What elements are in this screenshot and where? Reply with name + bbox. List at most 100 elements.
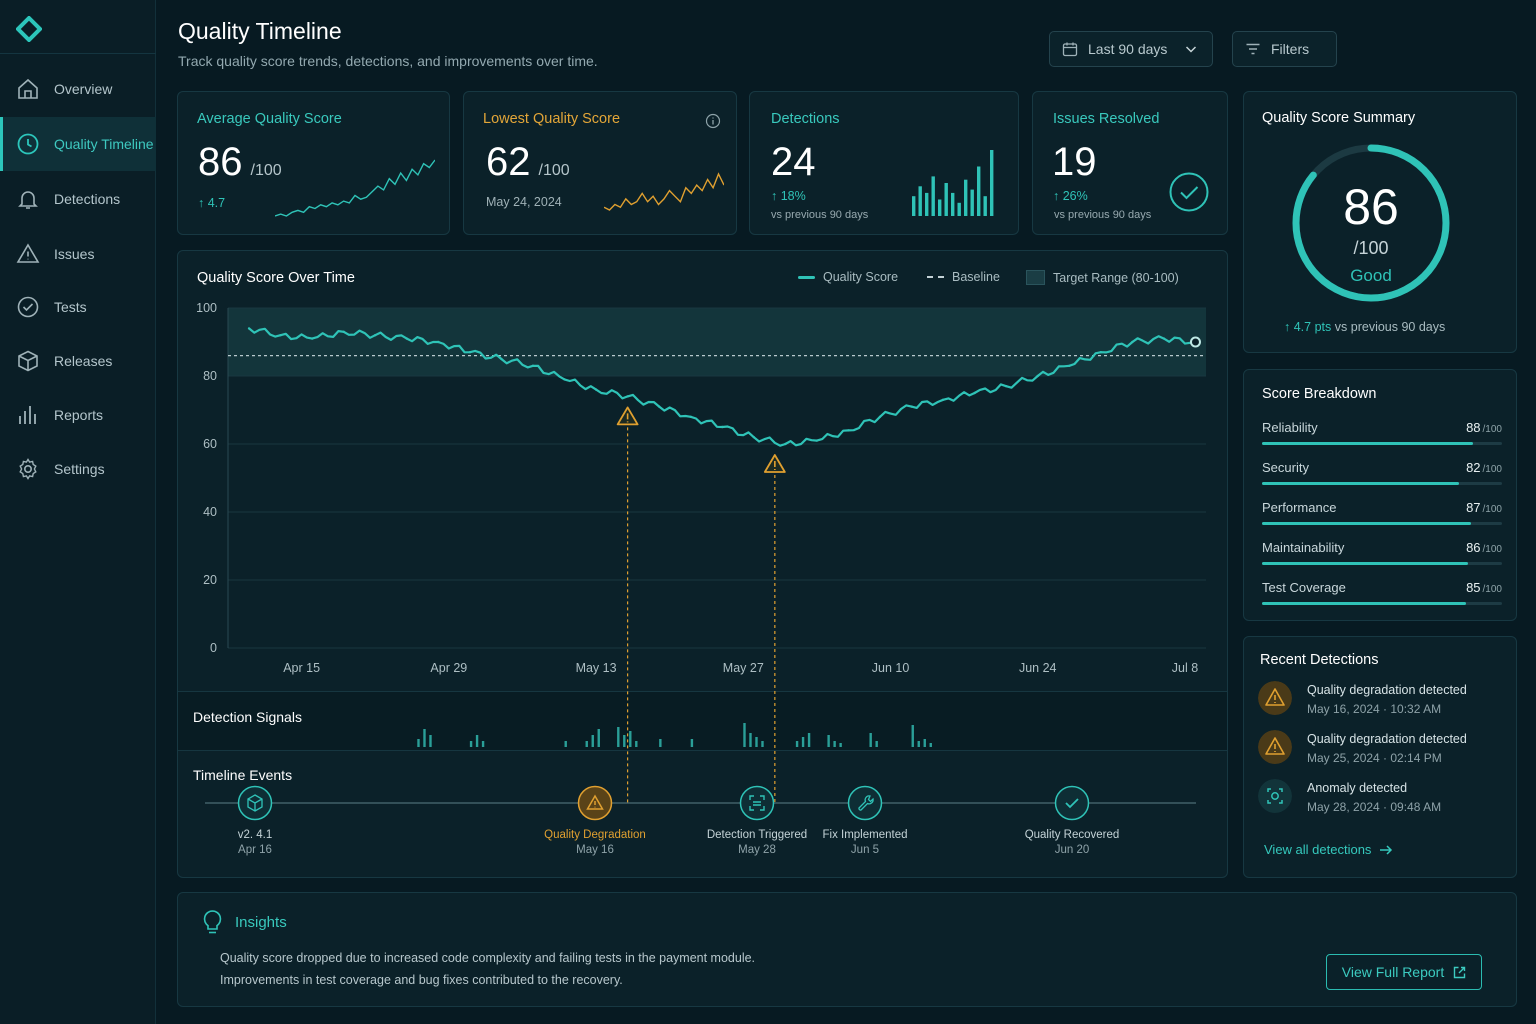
filters-button[interactable]: Filters [1232,31,1337,67]
legend-swatch-dashed [927,276,944,278]
timeline-event[interactable]: Quality Recovered Jun 20 [1012,829,1132,856]
breakdown-track [1262,482,1502,485]
detection-item[interactable]: Anomaly detected May 28, 2024 · 09:48 AM [1258,779,1508,821]
page-subtitle: Track quality score trends, detections, … [178,53,598,69]
lightbulb-icon [203,910,222,934]
event-date: Jun 20 [1054,844,1090,856]
package-icon[interactable] [237,785,273,821]
breakdown-name: Performance [1262,500,1337,515]
sidebar-item-settings[interactable]: Settings [0,442,156,496]
gauge-unit: /100 [1353,238,1389,258]
mini-bar [931,176,935,216]
sidebar-item-issues[interactable]: Issues [0,227,156,281]
sidebar-item-tests[interactable]: Tests [0,280,156,334]
y-tick-label: 20 [203,573,217,587]
logo-icon [16,16,42,42]
date-range-dropdown[interactable]: Last 90 days [1049,31,1213,67]
timeline-event[interactable]: Fix Implemented Jun 5 [805,829,925,856]
breakdown-number: 85 [1466,580,1481,595]
signal-bar [585,741,588,747]
signal-bar [690,739,694,747]
view-full-report-button[interactable]: View Full Report [1326,954,1482,990]
data-point [1162,337,1166,340]
arrow-up-icon: ↑ [198,196,205,210]
package-icon [18,350,38,372]
current-point[interactable] [1189,336,1201,348]
warning-marker-icon[interactable] [763,454,786,473]
warning-icon[interactable] [577,785,613,821]
filter-icon [1246,43,1260,55]
breakdown-number: 86 [1466,540,1481,555]
detection-item[interactable]: Quality degradation detected May 16, 202… [1258,681,1508,723]
breakdown-unit: /100 [1482,544,1502,555]
signal-bar [564,741,567,747]
sidebar-item-label: Releases [54,353,113,369]
event-label: Quality Recovered [1024,829,1120,841]
sidebar-item-reports[interactable]: Reports [0,388,156,442]
arrow-up-icon: ↑ [1284,320,1291,334]
scan-icon[interactable] [739,785,775,821]
kpi-value: 62/100 [486,140,570,185]
breakdown-track [1262,562,1502,565]
summary-delta: ↑ 4.7 pts vs previous 90 days [1284,320,1445,334]
report-button-label: View Full Report [1341,964,1445,980]
data-point [689,415,692,418]
mini-bar [918,186,922,216]
warning-icon [1258,681,1292,715]
kpi-value: 19 [1052,140,1097,184]
mini-bar [964,179,968,216]
signal-bar [929,743,932,747]
data-point [500,357,503,361]
page-title: Quality Timeline [178,18,342,44]
timeline-event[interactable]: v2. 4.1 Apr 16 [195,829,315,856]
arrow-up-icon: ↑ [771,189,778,203]
data-point [1036,374,1039,378]
breakdown-track [1262,522,1502,525]
mini-bar [925,192,929,216]
sidebar: Overview Quality Timeline Detections Issues… [0,0,156,1024]
breakdown-fill [1262,442,1474,445]
sidebar-item-label: Settings [54,461,105,477]
date-range-label: Last 90 days [1088,41,1168,57]
sidebar-item-label: Overview [54,81,113,97]
breakdown-value: 87/100 [1466,500,1502,515]
sidebar-item-overview[interactable]: Overview [0,62,156,116]
kpi-label: Average Quality Score [197,111,342,127]
detection-title: Anomaly detected [1307,781,1408,795]
check-icon[interactable] [1054,785,1090,821]
filters-label: Filters [1271,41,1310,57]
view-all-label: View all detections [1264,842,1372,857]
info-icon[interactable] [705,113,721,129]
sidebar-item-label: Quality Timeline [54,136,154,152]
data-point [815,439,819,442]
sidebar-item-label: Reports [54,407,104,423]
kpi-label: Detections [771,111,840,127]
timeline-event[interactable]: Quality Degradation May 16 [535,829,655,856]
data-point [374,334,377,337]
home-icon [18,78,38,99]
breakdown-number: 88 [1466,420,1481,435]
kpi-date: May 24, 2024 [486,195,562,209]
breakdown-fill [1262,522,1471,525]
kpi-sub: vs previous 90 days [1054,209,1152,221]
anomaly-icon [1258,779,1292,813]
sidebar-item-quality-timeline[interactable]: Quality Timeline [0,117,156,171]
data-point [279,334,282,337]
kpi-delta-value: 4.7 [207,196,226,210]
breakdown-unit: /100 [1482,424,1502,435]
kpi-delta: ↑ 26% [1053,189,1088,203]
warning-marker-icon[interactable] [616,406,639,426]
gauge-rating: Good [1350,266,1392,285]
bar-chart-icon [19,406,36,424]
view-all-detections-link[interactable]: View all detections [1264,842,1393,857]
timeline-event[interactable]: Detection Triggered May 28 [697,829,817,856]
detection-signals-chart [417,723,932,747]
sidebar-item-detections[interactable]: Detections [0,172,156,226]
y-tick-label: 60 [203,437,217,451]
wrench-icon[interactable] [847,785,883,821]
signal-bar [923,739,926,747]
data-point [941,398,945,401]
detection-item[interactable]: Quality degradation detected May 25, 202… [1258,730,1508,772]
signal-bar [795,741,799,747]
sidebar-item-releases[interactable]: Releases [0,334,156,388]
